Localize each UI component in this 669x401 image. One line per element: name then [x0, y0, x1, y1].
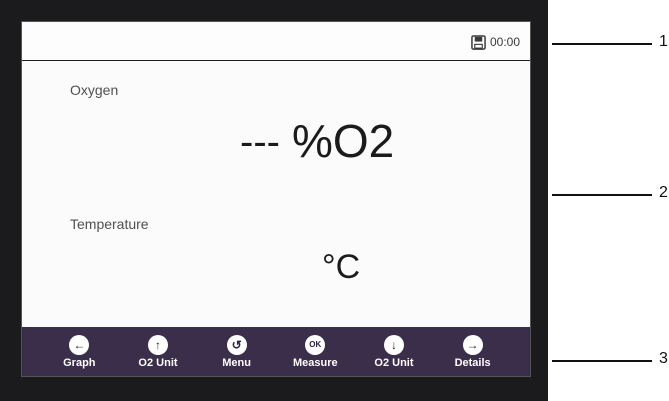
menu-button-label: Menu — [222, 356, 251, 369]
clock-time: 00:00 — [489, 35, 520, 49]
oxygen-label: Oxygen — [70, 82, 119, 98]
ok-icon: OK — [305, 334, 326, 355]
arrow-up-icon: ↑ — [147, 334, 168, 355]
graph-button-label: Graph — [63, 356, 96, 369]
menu-button[interactable]: ↺ Menu — [201, 334, 273, 369]
callout-line-3 — [552, 360, 652, 362]
return-icon: ↺ — [226, 334, 247, 355]
callout-line-2 — [552, 194, 652, 196]
softkey-toolbar: ← Graph ↑ O2 Unit ↺ Menu OK Measure ↓ O2… — [22, 327, 530, 376]
temperature-unit: °C — [322, 248, 361, 286]
callout-number-1: 1 — [659, 33, 668, 50]
callout-line-1 — [552, 43, 652, 45]
arrow-down-icon: ↓ — [383, 334, 404, 355]
oxygen-reading: --- %O2 — [240, 114, 394, 170]
details-button-label: Details — [454, 356, 491, 369]
callout-number-3: 3 — [659, 350, 668, 367]
details-button[interactable]: → Details — [437, 334, 509, 369]
temperature-label: Temperature — [70, 216, 149, 232]
callout-number-2: 2 — [659, 184, 668, 201]
arrow-left-icon: ← — [69, 334, 90, 355]
display-screen: 00:00 Oxygen --- %O2 Temperature °C ← Gr… — [21, 21, 531, 377]
device-bezel: 00:00 Oxygen --- %O2 Temperature °C ← Gr… — [0, 0, 548, 401]
oxygen-value: --- — [240, 120, 280, 164]
save-icon — [471, 34, 486, 50]
o2-unit-down-label: O2 Unit — [374, 356, 414, 369]
graph-button[interactable]: ← Graph — [43, 334, 115, 369]
oxygen-unit: %O2 — [291, 115, 395, 167]
measure-button-label: Measure — [292, 356, 338, 369]
o2-unit-up-button[interactable]: ↑ O2 Unit — [122, 334, 194, 369]
status-right: 00:00 — [471, 32, 520, 52]
measure-button[interactable]: OK Measure — [279, 334, 351, 369]
o2-unit-up-label: O2 Unit — [138, 356, 178, 369]
arrow-right-icon: → — [462, 334, 483, 355]
status-bar: 00:00 — [22, 22, 530, 61]
o2-unit-down-button[interactable]: ↓ O2 Unit — [358, 334, 430, 369]
